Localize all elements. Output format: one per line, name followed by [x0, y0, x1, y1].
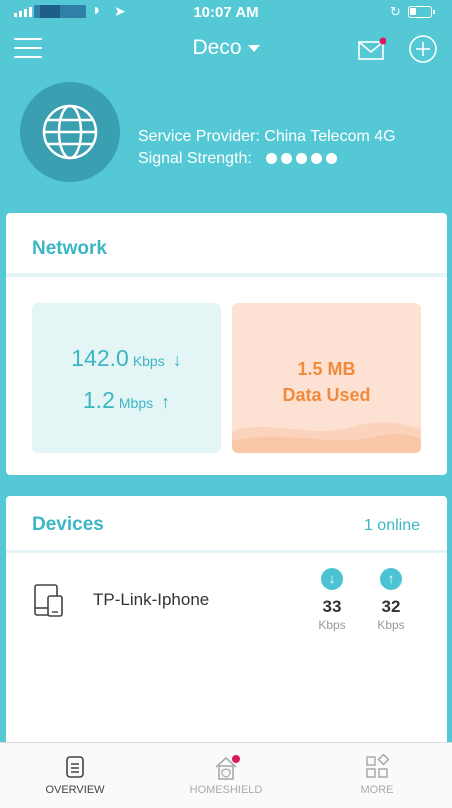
speed-tile[interactable]: 142.0 Kbps ↓ 1.2 Mbps ↑: [32, 303, 221, 453]
tab-more-label: MORE: [360, 784, 394, 796]
device-download-rate: ↓ 33 Kbps: [307, 568, 357, 632]
arrow-down-icon: ↓: [172, 350, 182, 370]
tab-more[interactable]: MORE: [302, 743, 452, 808]
device-name: TP-Link-Iphone: [93, 590, 210, 609]
network-card[interactable]: Network 142.0 Kbps ↓ 1.2 Mbps ↑ 1.5 MB Data …: [6, 213, 447, 475]
page-title: Deco: [192, 36, 242, 59]
chevron-down-icon: [247, 44, 260, 52]
provider-panel: Service Provider: China Telecom 4G Signa…: [20, 82, 440, 192]
upload-rate-unit: Kbps: [377, 618, 405, 632]
signal-strength-dots: [266, 148, 341, 170]
devices-title: Devices: [32, 514, 104, 535]
data-used-amount: 1.5 MB: [297, 359, 356, 379]
service-provider-text: Service Provider: China Telecom 4G: [138, 128, 396, 145]
download-speed: 142.0 Kbps ↓: [32, 345, 221, 372]
wave-decoration: [232, 422, 421, 453]
network-title: Network: [32, 238, 107, 259]
data-used-tile[interactable]: 1.5 MB Data Used: [232, 303, 421, 453]
upload-speed: 1.2 Mbps ↑: [32, 387, 221, 414]
download-unit: Kbps: [132, 353, 165, 369]
download-value: 142.0: [71, 345, 129, 371]
upload-value: 1.2: [82, 387, 115, 413]
signal-strength-row: Signal Strength:: [138, 148, 396, 170]
tab-overview-label: OVERVIEW: [45, 784, 105, 796]
arrow-up-icon: ↑: [380, 568, 402, 590]
house-shield-icon: [213, 754, 240, 780]
tab-bar: OVERVIEW HOMESHIELD MORE: [0, 742, 452, 808]
divider: [6, 273, 447, 277]
phone-tablet-icon: [34, 584, 74, 623]
overview-icon: [62, 754, 88, 780]
data-used-label: Data Used: [282, 385, 371, 405]
orientation-lock-icon: ↻: [390, 4, 401, 19]
arrow-down-icon: ↓: [321, 568, 343, 590]
grid-more-icon: [364, 753, 390, 780]
upload-unit: Mbps: [118, 395, 154, 411]
list-item[interactable]: TP-Link-Iphone ↓ 33 Kbps ↑ 32 Kbps: [6, 562, 447, 642]
provider-details: Service Provider: China Telecom 4G Signa…: [138, 126, 396, 170]
add-icon[interactable]: [408, 34, 438, 64]
tab-overview[interactable]: OVERVIEW: [0, 743, 150, 808]
internet-status[interactable]: [20, 82, 120, 182]
tab-homeshield-label: HOMESHIELD: [189, 784, 263, 796]
device-upload-rate: ↑ 32 Kbps: [366, 568, 416, 632]
download-rate-unit: Kbps: [318, 618, 346, 632]
status-time: 10:07 AM: [193, 4, 259, 21]
arrow-up-icon: ↑: [161, 392, 171, 412]
devices-card: Devices 1 online TP-Link-Iphone ↓ 33 Kbp…: [6, 496, 447, 756]
signal-strength-label: Signal Strength:: [138, 150, 252, 167]
divider: [6, 550, 447, 553]
upload-rate-value: 32: [381, 597, 401, 616]
globe-icon: [42, 104, 98, 160]
top-nav: Deco: [0, 30, 452, 70]
tab-homeshield[interactable]: HOMESHIELD: [151, 743, 301, 808]
online-count-link[interactable]: 1 online: [364, 517, 420, 535]
download-rate-value: 33: [322, 597, 342, 616]
mail-icon[interactable]: [358, 36, 387, 62]
battery-icon: [408, 6, 435, 18]
status-bar: ◗ ➤ 10:07 AM ↻: [0, 0, 452, 24]
